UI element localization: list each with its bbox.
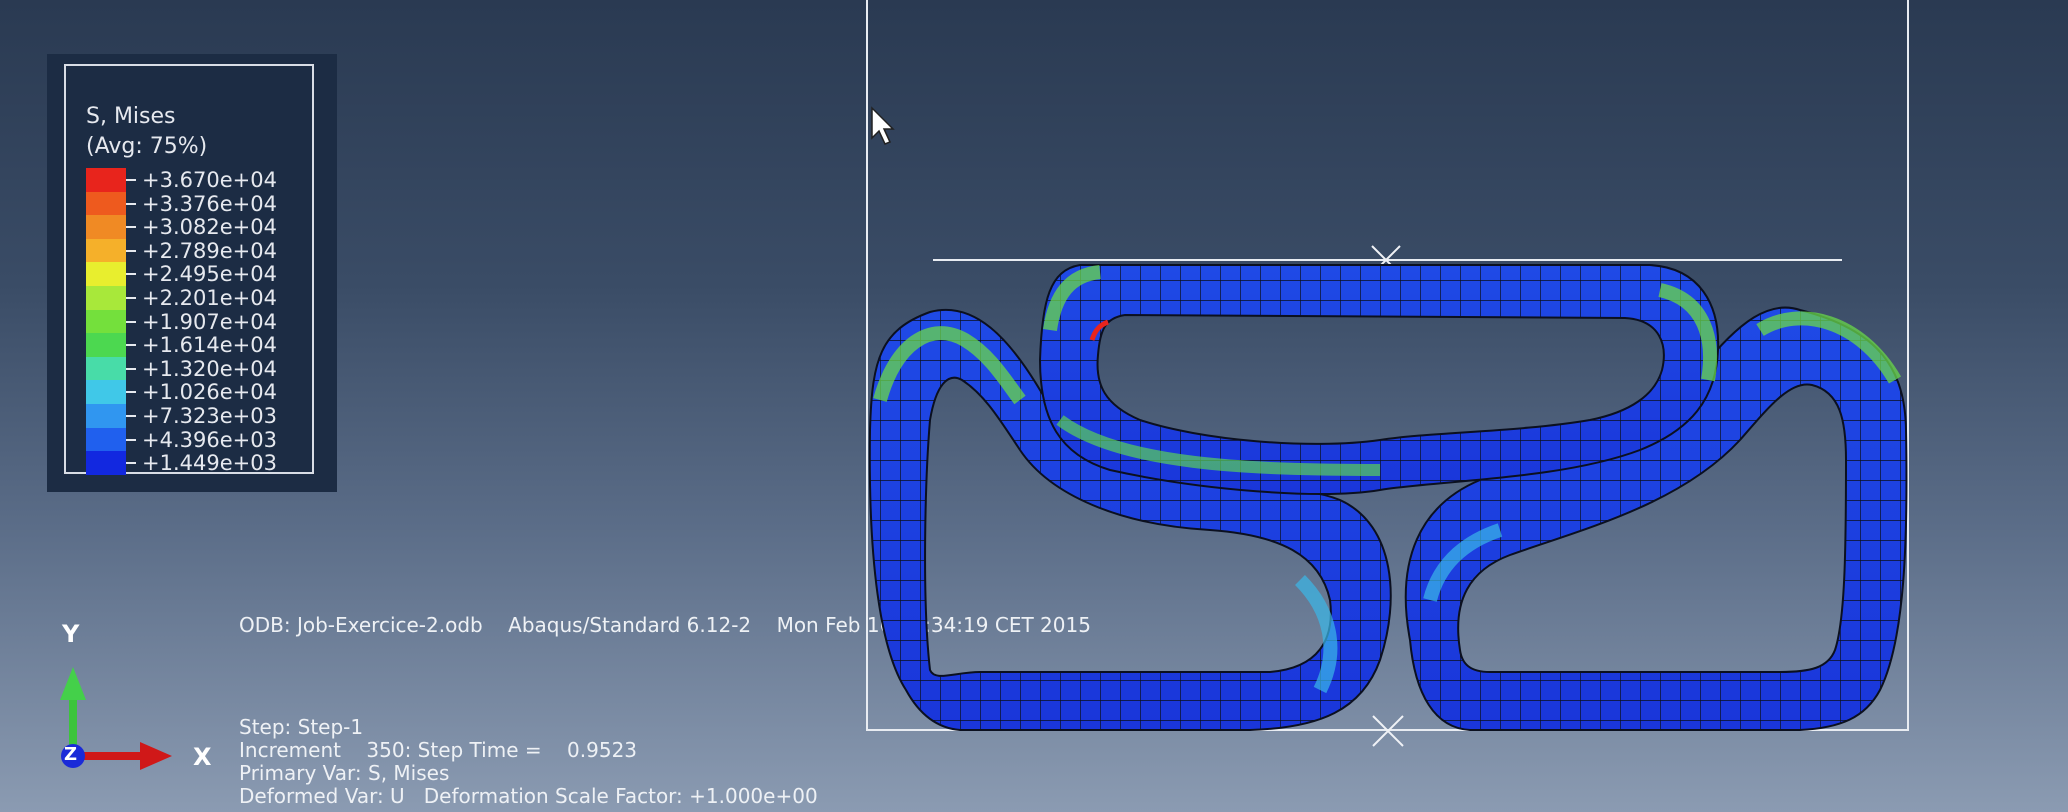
triad-x-label: X — [193, 743, 212, 771]
left-ring-mesh — [868, 309, 1392, 731]
mouse-cursor-icon — [871, 106, 895, 145]
triad-y-label: Y — [62, 620, 80, 648]
right-ring-mesh — [1404, 306, 1908, 731]
triad-z-label: Z — [64, 744, 78, 765]
model-viewport[interactable] — [0, 0, 2068, 812]
